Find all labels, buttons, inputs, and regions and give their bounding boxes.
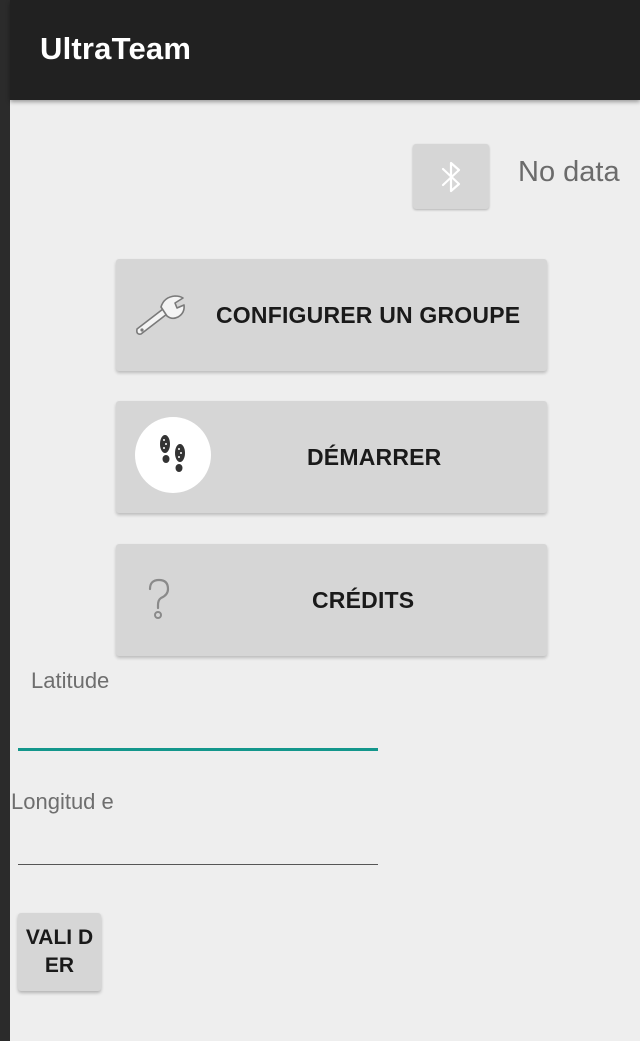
configure-group-button[interactable]: CONFIGURER UN GROUPE bbox=[116, 259, 547, 371]
wrench-icon bbox=[136, 295, 185, 335]
start-button[interactable]: DÉMARRER bbox=[116, 401, 547, 513]
question-icon bbox=[148, 578, 170, 619]
latitude-label: Latitude bbox=[31, 668, 110, 693]
latitude-input[interactable] bbox=[18, 748, 378, 751]
longitude-input[interactable] bbox=[18, 864, 378, 865]
bluetooth-icon bbox=[441, 161, 461, 192]
bluetooth-status: No data bbox=[518, 156, 620, 188]
credits-button[interactable]: CRÉDITS bbox=[116, 544, 547, 656]
app-bar: UltraTeam bbox=[10, 0, 640, 100]
credits-label: CRÉDITS bbox=[312, 586, 415, 613]
longitude-label: Longitud e bbox=[11, 789, 114, 814]
start-label: DÉMARRER bbox=[307, 443, 442, 470]
validate-button[interactable]: VALI DER bbox=[18, 913, 101, 991]
configure-group-label: CONFIGURER UN GROUPE bbox=[216, 301, 521, 328]
app-title: UltraTeam bbox=[40, 31, 192, 66]
bluetooth-button[interactable] bbox=[413, 144, 489, 209]
footprints-icon bbox=[135, 417, 211, 493]
